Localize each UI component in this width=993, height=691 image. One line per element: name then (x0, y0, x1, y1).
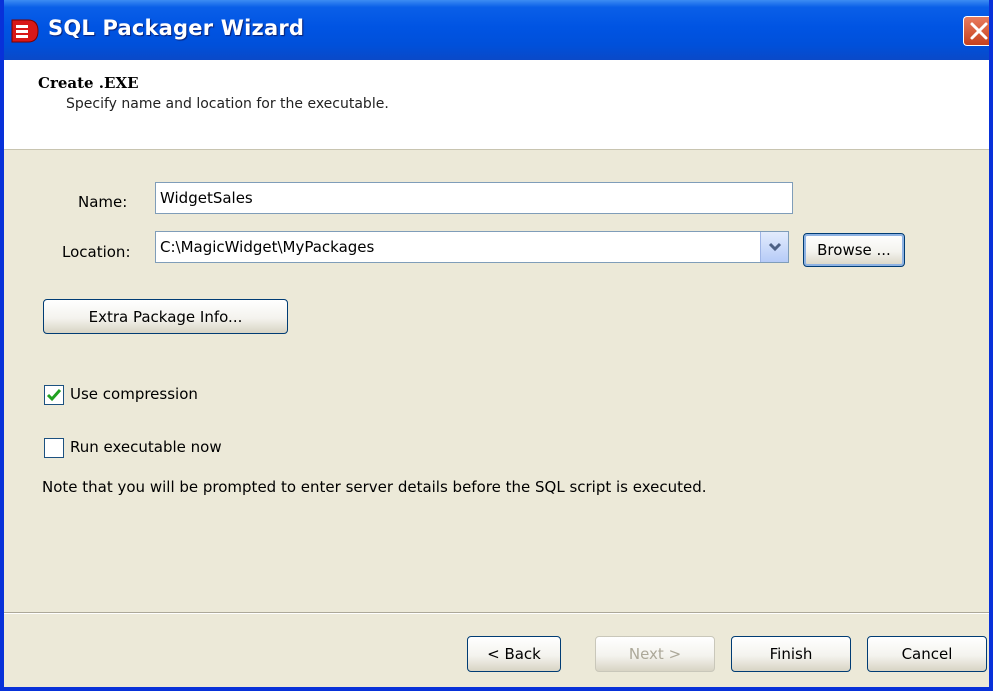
title-bar[interactable]: SQL Packager Wizard (4, 0, 989, 60)
back-button[interactable]: < Back (467, 636, 561, 672)
browse-button[interactable]: Browse ... (803, 233, 905, 267)
name-label: Name: (78, 193, 128, 211)
location-label: Location: (62, 243, 131, 261)
use-compression-checkbox[interactable] (44, 385, 64, 405)
window-title: SQL Packager Wizard (48, 16, 305, 40)
finish-button[interactable]: Finish (731, 636, 851, 672)
cancel-button[interactable]: Cancel (867, 636, 987, 672)
chevron-down-icon (768, 242, 782, 252)
location-dropdown-button[interactable] (760, 232, 788, 262)
page-title: Create .EXE (38, 74, 139, 92)
checkmark-icon (46, 389, 62, 402)
name-field[interactable]: WidgetSales (155, 182, 793, 214)
next-button[interactable]: Next > (595, 636, 715, 672)
run-executable-now-label[interactable]: Run executable now (70, 438, 222, 456)
run-executable-now-checkbox[interactable] (44, 438, 64, 458)
use-compression-label[interactable]: Use compression (70, 385, 198, 403)
wizard-window: SQL Packager Wizard Create .EXE Specify … (0, 0, 993, 691)
footer-divider (4, 612, 989, 614)
close-icon (970, 22, 988, 40)
extra-package-info-button[interactable]: Extra Package Info... (43, 299, 288, 334)
close-button[interactable] (963, 16, 989, 46)
wizard-header: Create .EXE Specify name and location fo… (4, 60, 989, 150)
page-subtitle: Specify name and location for the execut… (66, 96, 389, 112)
location-combobox[interactable]: C:\MagicWidget\MyPackages (155, 231, 789, 263)
sql-packager-icon (11, 19, 39, 43)
server-details-note: Note that you will be prompted to enter … (42, 478, 707, 496)
